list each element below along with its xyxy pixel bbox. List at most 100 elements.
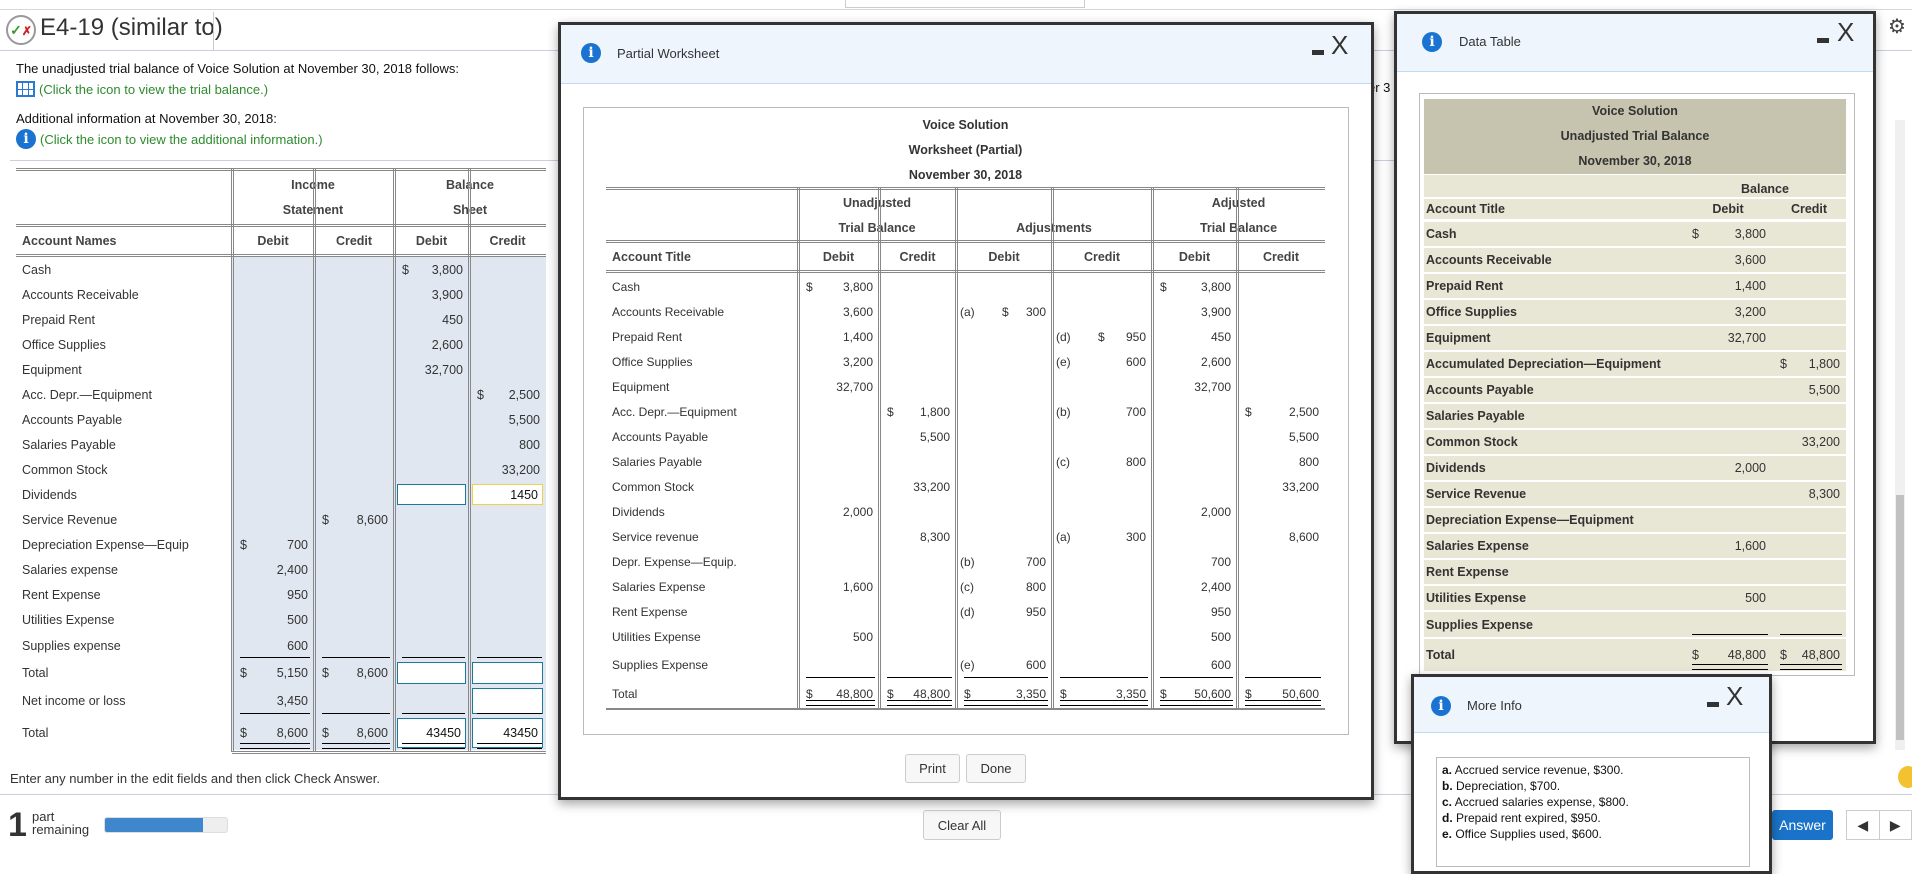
amount-cell: $1,800 xyxy=(1772,352,1846,376)
more-info-item: a. Accrued service revenue, $300. xyxy=(1442,762,1744,778)
check-answer-button[interactable]: Answer xyxy=(1772,810,1833,840)
amount-cell xyxy=(879,349,956,374)
trial-balance-link[interactable]: (Click the icon to view the trial balanc… xyxy=(16,81,268,97)
table-row: Equipment 32,700 xyxy=(16,357,546,382)
minimize-icon[interactable] xyxy=(1707,702,1719,707)
amount: 1,800 xyxy=(919,404,950,419)
column-divider xyxy=(231,168,234,752)
close-icon[interactable]: X xyxy=(1726,683,1743,709)
amount-cell xyxy=(798,524,879,549)
amount-cell xyxy=(232,332,314,357)
table-rule xyxy=(606,240,1325,243)
amount-cell: 5,500 xyxy=(1772,378,1846,402)
amount-cell xyxy=(1152,524,1237,549)
next-question-button[interactable]: ▶ xyxy=(1878,811,1912,839)
amount-input[interactable] xyxy=(472,662,543,684)
help-icon[interactable] xyxy=(1898,766,1912,788)
account-name: Dividends xyxy=(22,487,77,502)
amount: 48,800 xyxy=(1801,648,1840,662)
amount-cell xyxy=(879,649,956,680)
gear-icon[interactable]: ⚙ xyxy=(1888,14,1906,39)
scrollbar[interactable] xyxy=(1895,120,1905,750)
column-header: Credit xyxy=(1790,202,1828,216)
account-name: Accounts Payable xyxy=(612,429,709,444)
table-row: Utilities Expense 500 xyxy=(16,607,546,632)
clear-all-button[interactable]: Clear All xyxy=(923,810,1001,840)
amount: 5,500 xyxy=(508,412,540,427)
amount-cell: $2,500 xyxy=(469,382,546,407)
close-icon[interactable]: X xyxy=(1331,32,1348,58)
currency-symbol: $ xyxy=(1245,404,1252,419)
account-name: Accounts Payable xyxy=(22,412,123,427)
amount-cell xyxy=(879,449,956,474)
info-icon[interactable]: i xyxy=(16,129,36,149)
amount-cell xyxy=(1237,624,1325,649)
table-row: Accounts Receivable 3,900 xyxy=(16,282,546,307)
amount-cell xyxy=(314,632,394,660)
amount-input[interactable] xyxy=(472,718,543,748)
amount-cell xyxy=(956,424,1052,449)
amount: 2,000 xyxy=(1200,504,1231,519)
amount-cell: 3,600 xyxy=(798,299,879,324)
table-rule xyxy=(606,270,1325,273)
amount-input[interactable] xyxy=(397,662,466,684)
column-header: Debit xyxy=(415,234,448,248)
amount-cell xyxy=(314,432,394,457)
column-divider xyxy=(468,168,471,752)
amount-input[interactable] xyxy=(472,688,543,714)
table-row: Accumulated Depreciation—Equipment $1,800 xyxy=(1424,352,1846,378)
scrollbar-thumb[interactable] xyxy=(1896,495,1904,740)
amount: 3,450 xyxy=(276,694,308,708)
amount: 48,800 xyxy=(913,686,950,701)
additional-info-link[interactable]: i (Click the icon to view the additional… xyxy=(16,129,323,149)
amount: 50,600 xyxy=(1194,686,1231,701)
total-row: Total $48,800 $48,800 $3,350 $3,350 $50,600 $5… xyxy=(606,680,1325,707)
table-icon[interactable] xyxy=(16,81,35,97)
more-info-item: c. Accrued salaries expense, $800. xyxy=(1442,794,1744,810)
amount-cell xyxy=(394,407,469,432)
amount-cell: 5,500 xyxy=(879,424,956,449)
amount-input[interactable] xyxy=(397,484,466,505)
amount-cell: 950 xyxy=(232,582,314,607)
amount-cell: (e) 600 xyxy=(1052,349,1152,374)
currency-symbol: $ xyxy=(1002,304,1009,319)
currency-symbol: $ xyxy=(240,666,247,680)
table-row: Equipment 32,700 32,700 xyxy=(606,374,1325,399)
amount-input[interactable] xyxy=(397,718,466,748)
adjustment-key: (c) xyxy=(960,579,974,594)
amount: 800 xyxy=(1125,454,1146,469)
amount-cell xyxy=(798,649,879,680)
amount-cell xyxy=(394,382,469,407)
account-name: Supplies expense xyxy=(22,639,121,653)
account-name: Acc. Depr.—Equipment xyxy=(22,387,152,402)
minimize-icon[interactable] xyxy=(1817,38,1829,43)
trial-balance-link-text[interactable]: (Click the icon to view the trial balanc… xyxy=(39,82,268,97)
amount: 600 xyxy=(1125,354,1146,369)
amount-cell xyxy=(879,299,956,324)
more-info-item: d. Prepaid rent expired, $950. xyxy=(1442,810,1744,826)
amount: 500 xyxy=(1745,591,1766,605)
print-button[interactable]: Print xyxy=(905,754,960,783)
close-icon[interactable]: X xyxy=(1837,19,1854,45)
table-row: Salaries expense 2,400 xyxy=(16,557,546,582)
amount-cell xyxy=(314,457,394,482)
amount: 33,200 xyxy=(913,479,950,494)
amount-cell: 2,600 xyxy=(394,332,469,357)
amount: 3,200 xyxy=(842,354,873,369)
minimize-icon[interactable] xyxy=(1312,50,1324,55)
amount-cell xyxy=(394,532,469,557)
amount: 3,800 xyxy=(1734,227,1766,241)
done-button[interactable]: Done xyxy=(966,754,1026,783)
amount-cell xyxy=(1237,549,1325,574)
amount-cell xyxy=(314,332,394,357)
amount: 33,200 xyxy=(1282,479,1319,494)
previous-question-button[interactable]: ◀ xyxy=(1847,811,1879,839)
table-row: Acc. Depr.—Equipment $1,800 (b) 700 $2,500 xyxy=(606,399,1325,424)
amount: 1,400 xyxy=(842,329,873,344)
amount-cell xyxy=(1052,574,1152,599)
amount-cell: 32,700 xyxy=(798,374,879,399)
amount-cell: $48,800 xyxy=(798,680,879,707)
amount-cell: $50,600 xyxy=(1237,680,1325,707)
additional-info-link-text[interactable]: (Click the icon to view the additional i… xyxy=(40,132,323,147)
amount-input[interactable] xyxy=(472,484,543,505)
